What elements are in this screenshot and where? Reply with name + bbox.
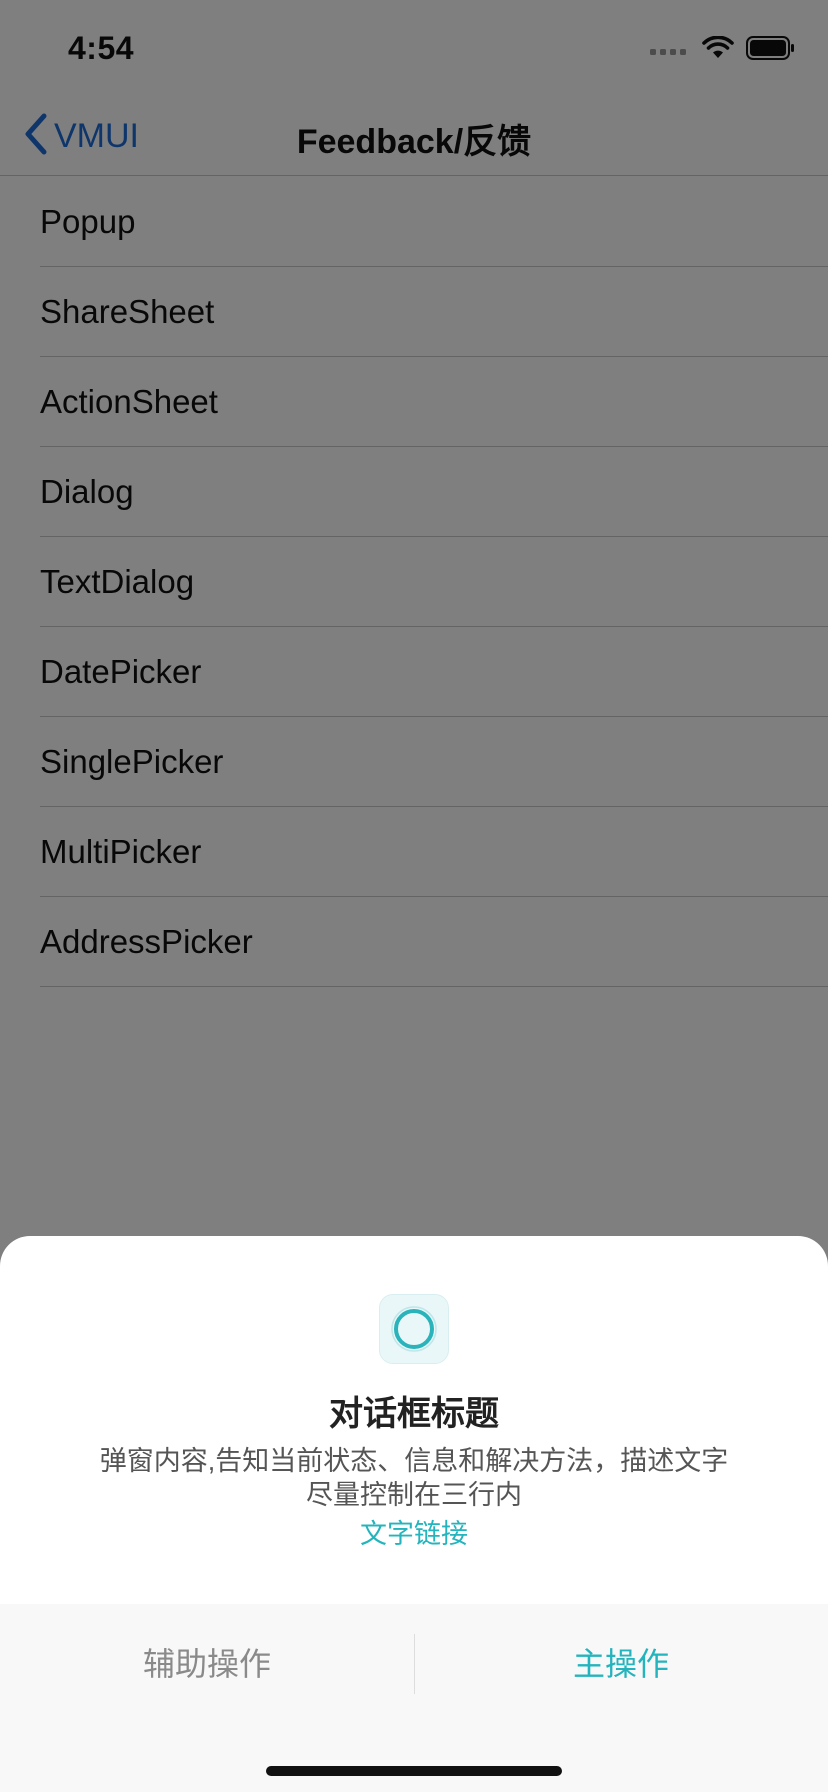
dialog-sheet: 对话框标题 弹窗内容,告知当前状态、信息和解决方法，描述文字 尽量控制在三行内 … xyxy=(0,1236,828,1792)
primary-action-button[interactable]: 主操作 xyxy=(414,1604,828,1720)
dialog-title: 对话框标题 xyxy=(329,1395,499,1433)
dialog-content: 弹窗内容,告知当前状态、信息和解决方法，描述文字 尽量控制在三行内 xyxy=(70,1444,758,1512)
dialog-content-line-1: 弹窗内容,告知当前状态、信息和解决方法，描述文字 xyxy=(99,1446,729,1476)
dialog-content-line-2: 尽量控制在三行内 xyxy=(306,1480,522,1510)
home-indicator[interactable] xyxy=(266,1766,562,1776)
app-logo-icon xyxy=(379,1294,449,1364)
secondary-action-button[interactable]: 辅助操作 xyxy=(0,1604,414,1720)
dialog-text-link[interactable]: 文字链接 xyxy=(0,1512,828,1551)
dialog-actions: 辅助操作 主操作 xyxy=(0,1604,828,1792)
